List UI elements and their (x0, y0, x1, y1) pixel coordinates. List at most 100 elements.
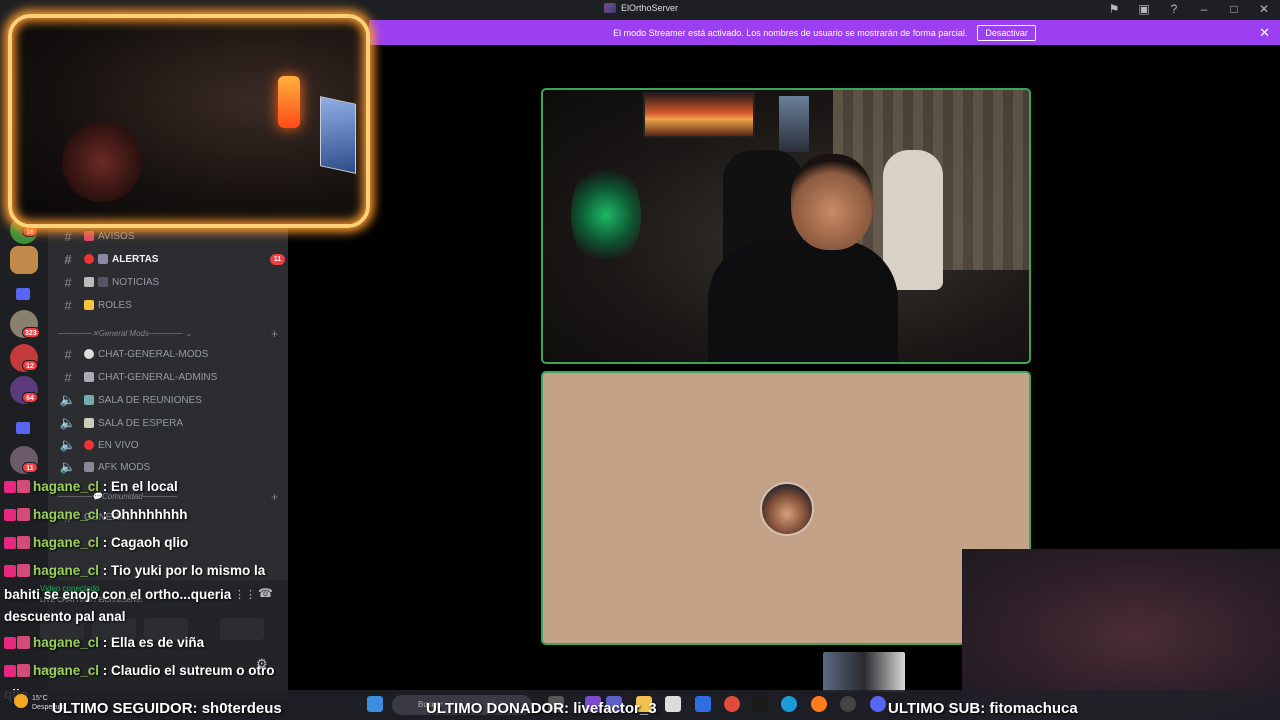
inbox-flag-icon[interactable]: ⚑ (1106, 2, 1122, 16)
edge-icon[interactable] (781, 696, 797, 712)
video-tile-camera[interactable] (541, 88, 1031, 364)
channel-avisos[interactable]: # AVISOS (58, 227, 135, 245)
discord-icon[interactable] (870, 696, 886, 712)
voice-tile-participant[interactable] (541, 371, 1031, 645)
app-icon[interactable] (752, 696, 768, 712)
sleep-icon (84, 462, 94, 472)
minimize-icon[interactable]: – (1196, 2, 1212, 16)
lamp-shape (278, 76, 300, 128)
channel-sala-de-espera[interactable]: 🔈 SALA DE ESPERA (58, 414, 183, 432)
channel-en-vivo[interactable]: 🔈 EN VIVO (58, 436, 139, 454)
voice-channel-icon: 🔈 (59, 459, 77, 474)
help-icon[interactable]: ? (1166, 2, 1182, 16)
text-channel-icon: # (64, 346, 72, 362)
channel-label: SALA DE ESPERA (98, 417, 184, 429)
voice-channel-icon: 🔈 (59, 437, 77, 452)
server-badge-2: 323 (22, 327, 40, 338)
participant-avatar (760, 482, 814, 536)
channel-chat-general-mods[interactable]: # CHAT-GENERAL-MODS (58, 345, 208, 363)
channel-label: NOTICIAS (112, 276, 160, 288)
chat-message: hagane_cl : En el local (4, 476, 294, 500)
category-general-mods[interactable]: ──────✕General Mods────── ⌄ + (58, 327, 278, 341)
heart-badge-icon (4, 537, 16, 549)
red-circle-icon (84, 254, 94, 264)
chat-badges (4, 478, 33, 500)
webcam-overlay (8, 14, 370, 228)
speech-bubble-icon (84, 349, 94, 359)
chat-username: hagane_cl (33, 479, 100, 494)
sub-badge-icon (17, 636, 30, 649)
channel-label: SALA DE REUNIONES (98, 394, 202, 406)
stream-chat-overlay: hagane_cl : En el local hagane_cl : Ohhh… (4, 476, 294, 710)
channel-alertas[interactable]: # ALERTAS 11 (58, 250, 285, 268)
obs-icon[interactable] (840, 696, 856, 712)
windows-start-icon[interactable] (367, 696, 383, 712)
server-folder-icon[interactable] (16, 288, 30, 300)
channel-label: AVISOS (98, 230, 135, 242)
sub-badge-icon (17, 508, 30, 521)
chat-badges (4, 506, 33, 528)
disable-streamer-mode-button[interactable]: Desactivar (977, 24, 1036, 41)
heart-badge-icon (4, 481, 16, 493)
last-donor-ticker: ULTIMO DONADOR: livefactor_3 (426, 700, 657, 717)
server-icon-2[interactable] (10, 246, 38, 274)
text-channel-icon: # (64, 274, 72, 290)
streamer-mode-banner: El modo Streamer está activado. Los nomb… (369, 20, 1280, 45)
gaming-chair-shape-2 (883, 150, 943, 290)
channel-afk-mods[interactable]: 🔈 AFK MODS (58, 458, 150, 476)
notepad-icon[interactable] (665, 696, 681, 712)
text-channel-icon: # (64, 251, 72, 267)
sun-icon (14, 694, 28, 708)
unread-badge: 11 (270, 253, 285, 265)
channel-label: ALERTAS (112, 253, 159, 265)
plant-shape (571, 160, 641, 270)
sub-badge-icon (17, 480, 30, 493)
last-follower-ticker: ULTIMO SEGUIDOR: sh0terdeus (52, 700, 282, 717)
inbox-icon[interactable]: ▣ (1136, 2, 1152, 16)
word-icon[interactable] (695, 696, 711, 712)
chat-badges (4, 534, 33, 556)
window-title-text: ElOrthoServer (621, 3, 679, 13)
maximize-icon[interactable]: □ (1226, 2, 1242, 16)
star-icon (84, 300, 94, 310)
people-icon (84, 395, 94, 405)
chat-message: hagane_cl : Ella es de viña (4, 632, 294, 656)
heart-badge-icon (4, 665, 16, 677)
channel-noticias[interactable]: # NOTICIAS (58, 273, 159, 291)
server-badge-3: 12 (22, 360, 38, 371)
heart-badge-icon (4, 565, 16, 577)
chat-text: Ohhhhhhhh (111, 507, 188, 522)
chat-username: hagane_cl (33, 563, 100, 578)
poster-shape (643, 92, 755, 138)
chat-username: hagane_cl (33, 535, 100, 550)
person-body-shape (708, 240, 898, 362)
sub-badge-icon (17, 564, 30, 577)
person-head-shape (791, 154, 873, 250)
text-channel-icon: # (64, 369, 72, 385)
chat-badges (4, 662, 33, 684)
channel-sala-de-reuniones[interactable]: 🔈 SALA DE REUNIONES (58, 391, 202, 409)
chat-username: hagane_cl (33, 635, 100, 650)
server-folder-icon-2[interactable] (16, 422, 30, 434)
firefox-icon[interactable] (811, 696, 827, 712)
server-icon (604, 3, 616, 13)
channel-label: CHAT-GENERAL-ADMINS (98, 371, 218, 383)
channel-roles[interactable]: # ROLES (58, 296, 132, 314)
chat-text: En el local (111, 479, 178, 494)
channel-chat-general-admins[interactable]: # CHAT-GENERAL-ADMINS (58, 368, 217, 386)
chat-badges (4, 562, 33, 584)
close-window-icon[interactable]: ✕ (1256, 2, 1272, 16)
chat-badges (4, 634, 33, 656)
channel-label: EN VIVO (98, 439, 139, 451)
channel-label: CHAT-GENERAL-MODS (98, 348, 209, 360)
chrome-icon[interactable] (724, 696, 740, 712)
channel-label: ROLES (98, 299, 132, 311)
picture-in-picture-preview[interactable] (823, 652, 905, 692)
window-controls: ⚑ ▣ ? – □ ✕ (1106, 2, 1272, 16)
add-channel-icon[interactable]: + (271, 327, 278, 341)
sub-badge-icon (17, 536, 30, 549)
close-banner-icon[interactable]: ✕ (1259, 25, 1270, 41)
crossed-swords-icon (84, 372, 94, 382)
chat-message: hagane_cl : Cagaoh qlio (4, 532, 294, 556)
server-badge-4: 64 (22, 392, 38, 403)
